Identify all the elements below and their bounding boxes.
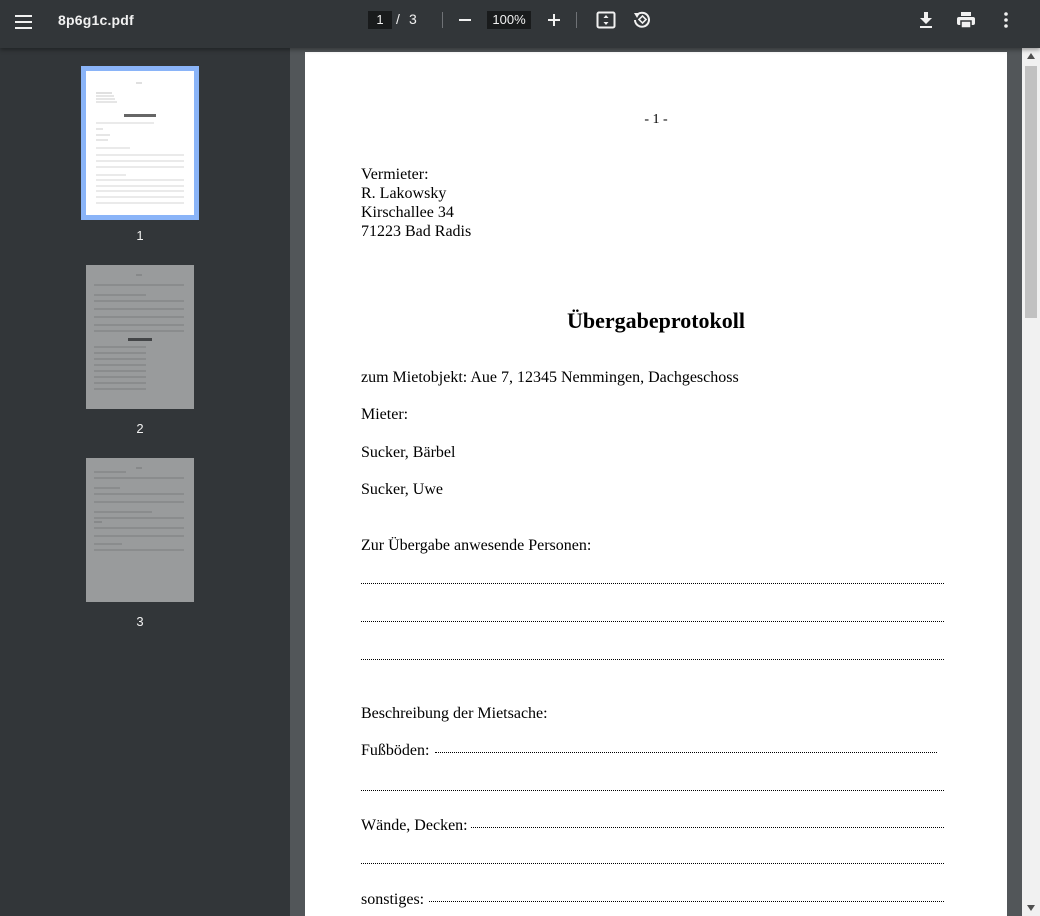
dotted-line	[361, 583, 944, 584]
dotted-line	[429, 901, 944, 902]
vertical-scrollbar[interactable]	[1022, 48, 1040, 916]
document-title: Übergabeprotokoll	[566, 308, 746, 333]
thumbnail-label: 1	[136, 228, 144, 243]
thumbnail-sidebar: 1 2 3	[0, 48, 290, 916]
present-persons-heading: Zur Übergabe anwesende Personen:	[361, 537, 592, 554]
landlord-name: R. Lakowsky	[361, 185, 447, 202]
zoom-level-input[interactable]: 100%	[487, 11, 531, 29]
page-number-label: - 1 -	[644, 112, 668, 127]
more-vert-icon	[1004, 12, 1008, 28]
description-heading: Beschreibung der Mietsache:	[361, 705, 548, 722]
dotted-line	[361, 863, 944, 864]
thumbnail-label: 3	[136, 614, 144, 629]
walls-label: Wände, Decken:	[361, 817, 468, 834]
toolbar-divider	[576, 12, 577, 28]
print-button[interactable]	[955, 9, 977, 31]
scrollbar-thumb[interactable]	[1025, 66, 1037, 318]
scroll-down-button[interactable]	[1022, 900, 1040, 916]
rental-object: zum Mietobjekt: Aue 7, 12345 Nemmingen, …	[361, 369, 739, 386]
tenant-name: Sucker, Uwe	[361, 481, 443, 498]
page-thumbnail-2[interactable]	[86, 265, 194, 409]
dotted-line	[435, 752, 937, 753]
pdf-page: - 1 - Vermieter: R. Lakowsky Kirschallee…	[305, 52, 1007, 916]
pdf-toolbar: 8p6g1c.pdf 1 / 3 100%	[0, 0, 1040, 48]
dotted-line	[471, 827, 944, 828]
arrow-up-icon	[1027, 53, 1035, 59]
page-number-input[interactable]: 1	[368, 11, 392, 29]
print-icon	[957, 12, 975, 29]
page-2-preview	[86, 265, 194, 409]
other-label: sonstiges:	[361, 891, 425, 908]
floors-label: Fußböden:	[361, 742, 430, 759]
scroll-up-button[interactable]	[1022, 48, 1040, 64]
thumbnail-label: 2	[136, 421, 144, 436]
dotted-line	[361, 790, 944, 791]
more-options-button[interactable]	[995, 9, 1017, 31]
landlord-city: 71223 Bad Radis	[361, 223, 472, 240]
menu-icon	[15, 15, 32, 29]
landlord-street: Kirschallee 34	[361, 204, 454, 221]
total-pages: 3	[409, 11, 417, 27]
download-icon	[920, 12, 932, 28]
file-name: 8p6g1c.pdf	[58, 12, 134, 28]
page-thumbnail-3[interactable]	[86, 458, 194, 602]
rotate-icon	[634, 11, 650, 28]
zoom-out-button[interactable]	[454, 10, 476, 30]
arrow-down-icon	[1027, 905, 1035, 911]
rotate-button[interactable]	[631, 9, 653, 31]
zoom-in-icon	[548, 14, 560, 26]
page-1-preview	[86, 71, 194, 215]
dotted-line	[361, 659, 944, 660]
tenant-name: Sucker, Bärbel	[361, 444, 456, 461]
dotted-line	[361, 621, 944, 622]
tenant-heading: Mieter:	[361, 406, 409, 423]
page-thumbnail-1[interactable]	[81, 66, 199, 220]
download-button[interactable]	[915, 9, 937, 31]
fit-page-button[interactable]	[595, 9, 617, 31]
fit-page-icon	[596, 11, 616, 29]
menu-button[interactable]	[8, 6, 40, 38]
toolbar-divider	[442, 12, 443, 28]
document-viewer[interactable]: - 1 - Vermieter: R. Lakowsky Kirschallee…	[290, 48, 1022, 916]
page-3-preview	[86, 458, 194, 602]
page-separator: /	[396, 11, 400, 27]
landlord-heading: Vermieter:	[361, 166, 429, 183]
zoom-in-button[interactable]	[543, 10, 565, 30]
zoom-out-icon	[459, 19, 471, 21]
